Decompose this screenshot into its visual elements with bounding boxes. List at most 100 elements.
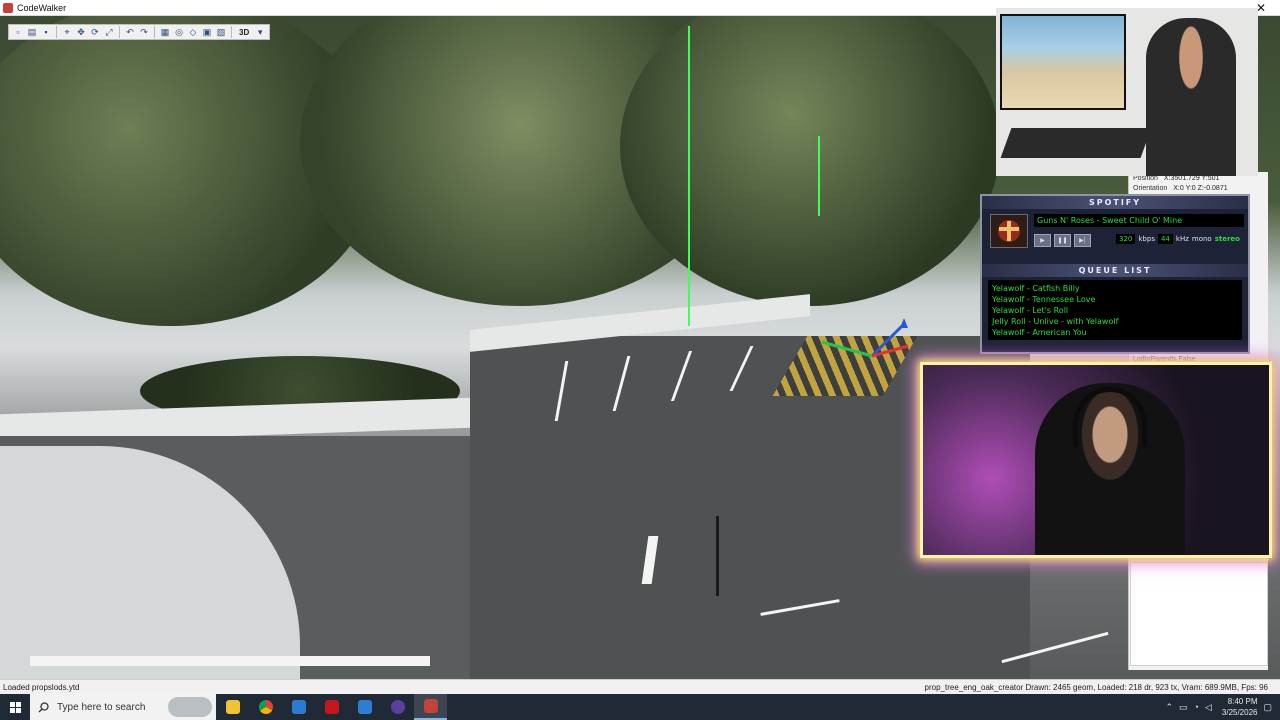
- clock[interactable]: 8:40 PM 3/25/2026: [1222, 696, 1258, 718]
- position-row: Position X:3501.729 Y:501: [1133, 175, 1219, 182]
- main-toolbar: ▫ ▤ ▪ ⌖ ✥ ⟳ ⤢ ↶ ↷ ▦ ◎ ◇ ▣ ▧ 3D ▾: [8, 24, 271, 40]
- folder-icon: [225, 700, 240, 714]
- taskbar-obs[interactable]: [381, 694, 414, 720]
- pause-icon[interactable]: ❚❚: [1054, 234, 1071, 247]
- notifications-icon[interactable]: ▢: [1263, 702, 1272, 713]
- mono-indicator: mono: [1191, 235, 1212, 243]
- lock-icon[interactable]: ▣: [201, 26, 213, 38]
- webcam-monitor: [1000, 14, 1126, 110]
- undo-icon[interactable]: ↶: [124, 26, 136, 38]
- move-icon[interactable]: ✥: [75, 26, 87, 38]
- new-file-icon[interactable]: ▫: [12, 26, 24, 38]
- taskbar-file-explorer[interactable]: [216, 694, 249, 720]
- windows-taskbar: Type here to search ⌃ ▭ ◔ ◁ 8:40 PM 3/25…: [0, 694, 1280, 720]
- next-track-icon[interactable]: ▶|: [1074, 234, 1091, 247]
- taskbar-codewalker[interactable]: [414, 694, 447, 720]
- spotify-widget: SPOTIFY Guns N' Roses - Sweet Child O' M…: [980, 194, 1250, 354]
- snap-icon[interactable]: ◎: [173, 26, 185, 38]
- select-icon[interactable]: ⌖: [61, 26, 73, 38]
- queue-item[interactable]: Yelawolf - Let's Roll: [992, 305, 1238, 316]
- queue-item[interactable]: Yelawolf - American You: [992, 327, 1238, 338]
- outlook-icon: [357, 700, 372, 714]
- properties-list-area[interactable]: [1130, 562, 1268, 666]
- obs-icon: [390, 700, 405, 714]
- toolbar-separator: [231, 26, 232, 38]
- taskbar-acrobat[interactable]: [315, 694, 348, 720]
- windows-logo-icon: [9, 701, 21, 713]
- webcam-person: [1146, 18, 1236, 176]
- redo-icon[interactable]: ↷: [138, 26, 150, 38]
- webcam-keyboard: [1000, 128, 1152, 158]
- queue-list: Yelawolf - Catfish Billy Yelawolf - Tenn…: [988, 280, 1242, 340]
- grid-icon[interactable]: ▦: [159, 26, 171, 38]
- toolbar-separator: [56, 26, 57, 38]
- play-icon[interactable]: ▶: [1034, 234, 1051, 247]
- album-art-icon: [990, 214, 1028, 248]
- queue-item[interactable]: Jelly Roll - Unlive - with Yelawolf: [992, 316, 1238, 327]
- gizmo-z-arrow[interactable]: [900, 318, 908, 328]
- clock-time: 8:40 PM: [1227, 697, 1258, 706]
- taskbar-outlook[interactable]: [348, 694, 381, 720]
- search-highlight-image: [168, 697, 212, 717]
- dropdown-chevron-icon[interactable]: ▾: [254, 26, 266, 38]
- layers-icon[interactable]: ▧: [215, 26, 227, 38]
- now-playing-track: Guns N' Roses - Sweet Child O' Mine: [1034, 214, 1244, 227]
- scale-icon[interactable]: ⤢: [103, 26, 115, 38]
- window-title: CodeWalker: [17, 2, 67, 13]
- lane-marking: [30, 656, 430, 666]
- album-cross-icon: [998, 220, 1020, 242]
- collision-icon[interactable]: ◇: [187, 26, 199, 38]
- now-playing-section: Guns N' Roses - Sweet Child O' Mine ▶ ❚❚…: [988, 212, 1244, 250]
- toolbar-separator: [154, 26, 155, 38]
- start-button[interactable]: [0, 694, 30, 720]
- tree-canopy: [620, 16, 1000, 306]
- open-folder-icon[interactable]: ▤: [26, 26, 38, 38]
- queue-item[interactable]: Yelawolf - Tennessee Love: [992, 294, 1238, 305]
- stereo-indicator: stereo: [1214, 235, 1240, 243]
- wifi-icon[interactable]: ◔: [1194, 702, 1199, 712]
- spotify-header: SPOTIFY: [982, 196, 1248, 209]
- network-icon[interactable]: ▭: [1179, 702, 1188, 713]
- rotate-icon[interactable]: ⟳: [89, 26, 101, 38]
- azure-icon: [291, 700, 306, 714]
- orientation-label: Orientation: [1133, 185, 1168, 192]
- acrobat-icon: [324, 700, 339, 714]
- queue-list-header: QUEUE LIST: [982, 264, 1248, 277]
- position-label: Position: [1133, 175, 1158, 182]
- clock-date: 3/25/2026: [1221, 708, 1258, 717]
- search-icon: [38, 701, 49, 712]
- view-mode-3d-button[interactable]: 3D: [236, 28, 252, 37]
- position-value[interactable]: X:3501.729 Y:501: [1164, 175, 1220, 182]
- search-placeholder: Type here to search: [57, 701, 146, 713]
- save-icon[interactable]: ▪: [40, 26, 52, 38]
- volume-icon[interactable]: ◁: [1205, 702, 1212, 713]
- orientation-row: Orientation X:0 Y:0 Z:-0.0871: [1133, 185, 1228, 192]
- codewalker-icon: [423, 699, 438, 713]
- chrome-icon: [258, 700, 273, 714]
- light-pole: [716, 516, 719, 596]
- gizmo-y-axis[interactable]: [821, 340, 873, 358]
- webcam-overlay-bottom: [920, 362, 1272, 558]
- chevron-up-icon[interactable]: ⌃: [1165, 702, 1173, 713]
- bitrate-unit: kbps: [1138, 235, 1155, 243]
- status-bar: Loaded propslods.ytd prop_tree_eng_oak_c…: [0, 679, 1280, 694]
- taskbar-chrome[interactable]: [249, 694, 282, 720]
- transform-gizmo[interactable]: [812, 316, 922, 396]
- toolbar-separator: [119, 26, 120, 38]
- codewalker-app-icon: [3, 2, 13, 13]
- orientation-value[interactable]: X:0 Y:0 Z:-0.0871: [1173, 185, 1227, 192]
- playback-controls: ▶ ❚❚ ▶|: [1034, 234, 1091, 247]
- system-tray: ⌃ ▭ ◔ ◁ 8:40 PM 3/25/2026 ▢: [1165, 694, 1280, 720]
- audio-stats: 320 kbps 44 kHz mono stereo: [1116, 234, 1240, 244]
- sample-rate-unit: kHz: [1175, 235, 1189, 243]
- selection-line: [818, 136, 820, 216]
- webcam-overlay-top: [996, 8, 1258, 176]
- sample-rate-value: 44: [1157, 234, 1173, 244]
- bitrate-value: 320: [1116, 234, 1136, 244]
- taskbar-azure[interactable]: [282, 694, 315, 720]
- taskbar-search-box[interactable]: Type here to search: [30, 694, 216, 720]
- queue-item[interactable]: Yelawolf - Catfish Billy: [992, 283, 1238, 294]
- selection-line: [688, 26, 690, 326]
- status-right-text: prop_tree_eng_oak_creator Drawn: 2465 ge…: [924, 683, 1268, 692]
- status-left-text: Loaded propslods.ytd: [3, 683, 80, 692]
